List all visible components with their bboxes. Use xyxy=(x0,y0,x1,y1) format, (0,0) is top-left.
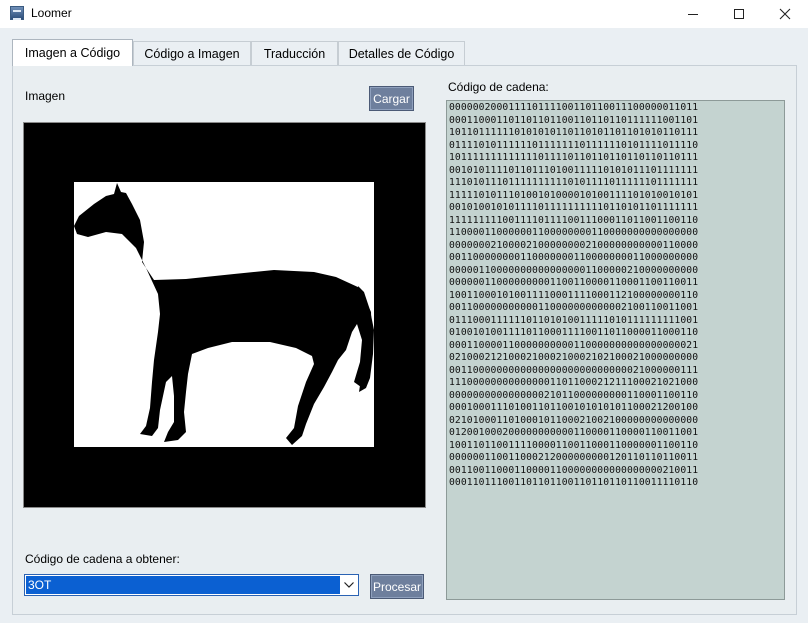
tab-codigo-a-imagen[interactable]: Código a Imagen xyxy=(133,41,251,65)
tab-traduccion[interactable]: Traducción xyxy=(251,41,338,65)
code-line: 0120010002000000000001100001100001100110… xyxy=(449,427,699,438)
close-button[interactable] xyxy=(762,0,808,28)
target-code-label: Código de cadena a obtener: xyxy=(25,552,180,566)
tab-imagen-a-codigo[interactable]: Imagen a Código xyxy=(12,39,133,66)
tab-label: Imagen a Código xyxy=(24,46,121,60)
code-line: 0001000111010011011001010101011000212001… xyxy=(449,402,699,413)
tab-label: Detalles de Código xyxy=(348,46,455,61)
code-line: 0011000000000000000000000000000210000001… xyxy=(449,364,699,376)
tab-label: Código a Imagen xyxy=(144,46,240,61)
minimize-icon xyxy=(688,13,698,15)
code-line: 1011011111101010101101101011011010101101… xyxy=(449,127,699,138)
maximize-icon xyxy=(734,9,744,19)
chevron-down-icon[interactable] xyxy=(340,576,357,594)
code-line: 1001101100111100001100110001100000011001… xyxy=(449,439,699,451)
code-line: 0210100011010001011000210021000000000000… xyxy=(449,414,699,426)
app-window-icon xyxy=(10,6,24,20)
chain-code-label: Código de cadena: xyxy=(448,80,549,94)
title-bar: Loomer xyxy=(0,0,808,28)
client-area: Imagen a Código Código a Imagen Traducci… xyxy=(0,28,808,623)
chain-code-select[interactable]: 3OT xyxy=(24,574,359,596)
code-line: 0010100101011110111111111101101011011111… xyxy=(449,202,699,213)
code-line: 0001100011011011011001101101101111110011… xyxy=(449,114,699,126)
code-line: 0111101011111101111111011111101011110111… xyxy=(449,139,699,151)
code-line: 1111101011101001010000101001111010100101… xyxy=(449,189,699,201)
code-line: 0000000210000210000000021000000000001100… xyxy=(449,239,699,251)
image-canvas xyxy=(74,182,374,447)
minimize-button[interactable] xyxy=(670,0,716,28)
code-line: 0000001100110002120000000001201101101100… xyxy=(449,452,699,463)
code-line: 0000011000000000000000011000002100000000… xyxy=(449,264,699,276)
select-value: 3OT xyxy=(26,576,340,594)
maximize-button[interactable] xyxy=(716,0,762,28)
load-button[interactable]: Cargar xyxy=(369,86,414,111)
code-line: 1100001100000011000000001100000000000000… xyxy=(449,227,699,238)
code-line: 0210002121000210002100021021000210000000… xyxy=(449,352,699,363)
code-line: 0000001100000000011001100001100011001100… xyxy=(449,277,699,288)
code-line: 1110101110111111111101011110111111011111… xyxy=(449,177,699,188)
chain-code-output[interactable]: 0000002000111101111001101100111000000110… xyxy=(446,100,785,600)
code-line: 1111111110011110111100111000110110011001… xyxy=(449,214,699,226)
code-line: 0100101001111011000111100110110000110001… xyxy=(449,327,699,338)
code-line: 0000000000000000210110000000001100011001… xyxy=(449,389,699,401)
image-preview xyxy=(23,122,426,508)
code-line: 0001100001100000000001100000000000000000… xyxy=(449,339,699,351)
code-line: 0001101110011011011001101101101100111101… xyxy=(449,477,699,488)
code-line: 0011000000001100000001100000000110000000… xyxy=(449,252,699,263)
tab-label: Traducción xyxy=(263,46,326,61)
code-line: 0011000000000001100000000000021001100110… xyxy=(449,302,699,313)
tab-detalles-de-codigo[interactable]: Detalles de Código xyxy=(338,41,465,65)
image-label: Imagen xyxy=(25,89,66,103)
process-button[interactable]: Procesar xyxy=(370,574,424,599)
code-line: 0111000111111011010100111110101111111110… xyxy=(449,314,699,326)
code-line: 0000002000111101111001101100111000000110… xyxy=(449,102,699,113)
close-icon xyxy=(779,8,791,20)
tab-panel: Imagen Cargar Código de cadena: 00000020… xyxy=(12,65,797,615)
code-line: 1110000000000000011011000212111000210210… xyxy=(449,377,699,388)
code-line: 0011001100011000011000000000000000002100… xyxy=(449,464,699,476)
code-line: 1011111111111110111101101101101101101101… xyxy=(449,152,699,163)
horse-silhouette-image xyxy=(74,183,374,445)
window-title: Loomer xyxy=(31,6,72,20)
code-line: 1001100010100111100011110001121000000001… xyxy=(449,289,699,301)
code-line: 0010101111011011101001111101010111011111… xyxy=(449,164,699,176)
